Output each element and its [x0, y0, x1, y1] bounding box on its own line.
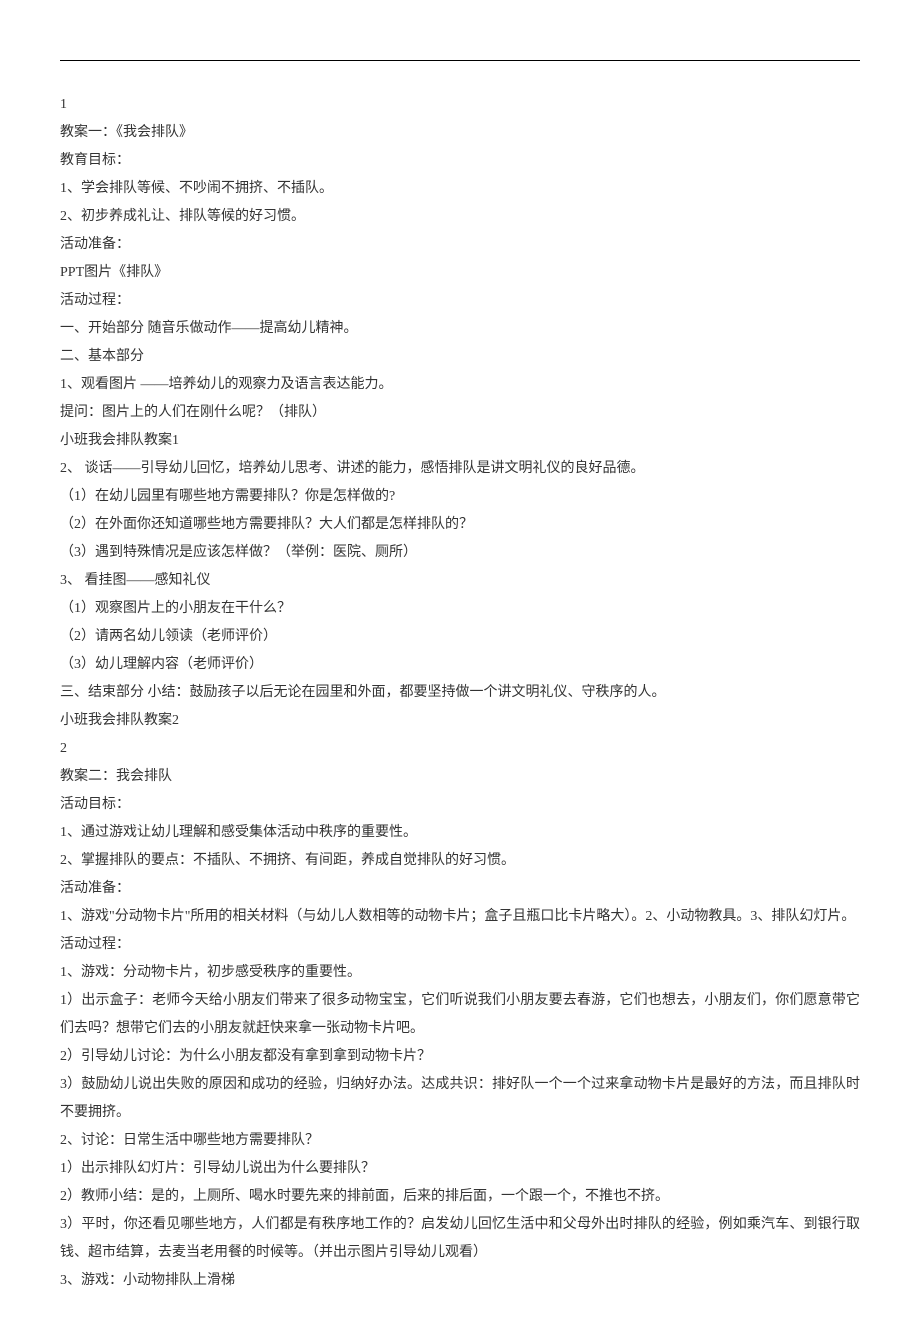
- document-line: 1、观看图片 ——培养幼儿的观察力及语言表达能力。: [60, 371, 860, 399]
- document-line: 1: [60, 91, 860, 119]
- document-line: 3、 看挂图——感知礼仪: [60, 567, 860, 595]
- document-line: 2、 谈话——引导幼儿回忆，培养幼儿思考、讲述的能力，感悟排队是讲文明礼仪的良好…: [60, 455, 860, 483]
- document-line: （2）在外面你还知道哪些地方需要排队？大人们都是怎样排队的？: [60, 511, 860, 539]
- document-line: （3）遇到特殊情况是应该怎样做？（举例：医院、厕所）: [60, 539, 860, 567]
- document-line: 3）鼓励幼儿说出失败的原因和成功的经验，归纳好办法。达成共识：排好队一个一个过来…: [60, 1071, 860, 1127]
- document-line: 1、游戏：分动物卡片，初步感受秩序的重要性。: [60, 959, 860, 987]
- document-line: 活动过程：: [60, 931, 860, 959]
- document-line: 1、游戏"分动物卡片"所用的相关材料（与幼儿人数相等的动物卡片；盒子且瓶口比卡片…: [60, 903, 860, 931]
- document-line: 提问：图片上的人们在刚什么呢？（排队）: [60, 399, 860, 427]
- document-line: 教育目标：: [60, 147, 860, 175]
- document-line: 3）平时，你还看见哪些地方，人们都是有秩序地工作的？启发幼儿回忆生活中和父母外出…: [60, 1211, 860, 1267]
- document-line: （3）幼儿理解内容（老师评价）: [60, 651, 860, 679]
- document-line: 二、基本部分: [60, 343, 860, 371]
- document-line: （1）在幼儿园里有哪些地方需要排队？你是怎样做的?: [60, 483, 860, 511]
- document-line: 活动准备：: [60, 231, 860, 259]
- document-line: 小班我会排队教案1: [60, 427, 860, 455]
- top-divider: [60, 60, 860, 61]
- document-line: 一、开始部分 随音乐做动作——提高幼儿精神。: [60, 315, 860, 343]
- document-line: 2、初步养成礼让、排队等候的好习惯。: [60, 203, 860, 231]
- document-line: 1、通过游戏让幼儿理解和感受集体活动中秩序的重要性。: [60, 819, 860, 847]
- document-content: 1教案一：《我会排队》教育目标：1、学会排队等候、不吵闹不拥挤、不插队。2、初步…: [60, 91, 860, 1295]
- document-line: 2、掌握排队的要点：不插队、不拥挤、有间距，养成自觉排队的好习惯。: [60, 847, 860, 875]
- document-line: 2: [60, 735, 860, 763]
- document-line: （1）观察图片上的小朋友在干什么？: [60, 595, 860, 623]
- document-line: 1、学会排队等候、不吵闹不拥挤、不插队。: [60, 175, 860, 203]
- document-line: （2）请两名幼儿领读（老师评价）: [60, 623, 860, 651]
- document-line: 教案一：《我会排队》: [60, 119, 860, 147]
- document-line: 3、游戏：小动物排队上滑梯: [60, 1267, 860, 1295]
- document-line: 小班我会排队教案2: [60, 707, 860, 735]
- document-line: 2）教师小结：是的，上厕所、喝水时要先来的排前面，后来的排后面，一个跟一个，不推…: [60, 1183, 860, 1211]
- document-line: 1）出示排队幻灯片：引导幼儿说出为什么要排队？: [60, 1155, 860, 1183]
- document-line: 活动目标：: [60, 791, 860, 819]
- document-line: 活动准备：: [60, 875, 860, 903]
- document-line: 2、讨论：日常生活中哪些地方需要排队？: [60, 1127, 860, 1155]
- document-line: 1）出示盒子：老师今天给小朋友们带来了很多动物宝宝，它们听说我们小朋友要去春游，…: [60, 987, 860, 1043]
- document-line: 活动过程：: [60, 287, 860, 315]
- document-line: 三、结束部分 小结：鼓励孩子以后无论在园里和外面，都要坚持做一个讲文明礼仪、守秩…: [60, 679, 860, 707]
- document-line: 2）引导幼儿讨论：为什么小朋友都没有拿到拿到动物卡片？: [60, 1043, 860, 1071]
- document-line: 教案二：我会排队: [60, 763, 860, 791]
- document-line: PPT图片《排队》: [60, 259, 860, 287]
